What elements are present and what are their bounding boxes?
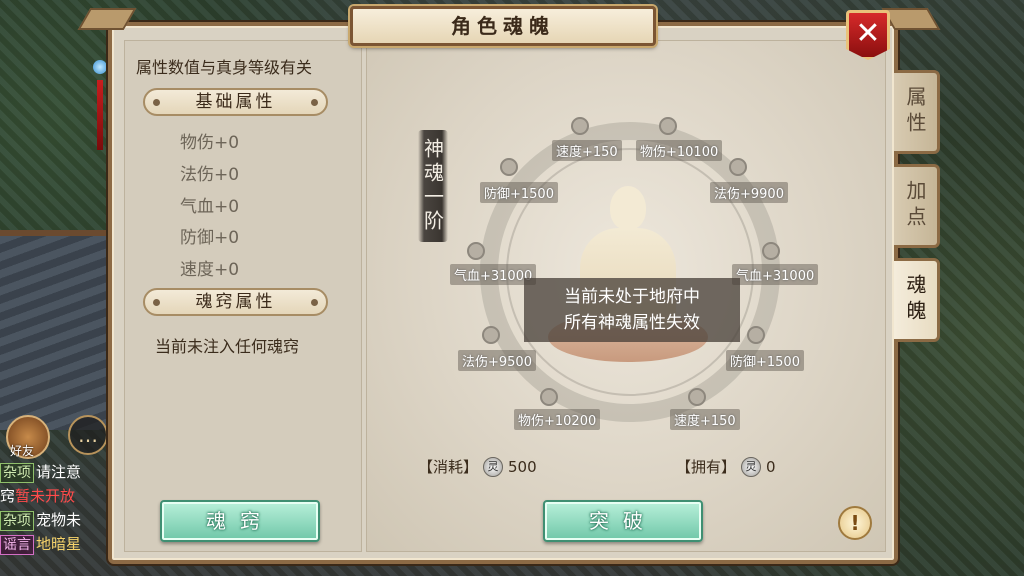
breakthrough-button[interactable]: 突破 [543, 500, 703, 542]
window-title: 角色魂魄 [350, 6, 656, 46]
tab-points[interactable]: 加点 [894, 164, 940, 248]
chat-line: 窍暂未开放 [0, 484, 120, 508]
chat-tag: 杂项 [0, 511, 34, 531]
soul-currency-icon: 灵 [483, 456, 504, 477]
attr-magic: 法伤+0 [180, 165, 240, 185]
chat-line: 杂项 宠物未 [0, 508, 120, 532]
chat-text: 窍 [0, 487, 16, 505]
base-attributes-header: 基础属性 [143, 88, 328, 116]
ring-node[interactable] [482, 326, 500, 344]
stat-speed-top: 速度+150 [552, 140, 622, 161]
stat-physical-top: 物伤+10100 [636, 140, 723, 161]
attribute-note: 属性数值与真身等级有关 [136, 58, 313, 77]
stat-magic-right: 法伤+9900 [710, 182, 788, 203]
chat-text: 请注意 [36, 463, 82, 481]
attr-speed: 速度+0 [180, 260, 240, 280]
inactive-notice: 当前未处于地府中 所有神魂属性失效 [524, 278, 740, 342]
ring-node[interactable] [540, 388, 558, 406]
chat-bubble-icon[interactable]: … [68, 415, 108, 455]
attr-hp: 气血+0 [180, 197, 240, 217]
info-warning-icon[interactable]: ! [838, 506, 872, 540]
ring-node[interactable] [747, 326, 765, 344]
ring-node[interactable] [762, 242, 780, 260]
close-icon: ✕ [855, 16, 881, 51]
soul-stage-label: 神魂一阶 [418, 130, 448, 242]
owned-value: 0 [766, 457, 776, 476]
cost-label: 【消耗】 [418, 458, 479, 476]
soul-acupoint-button[interactable]: 魂窍 [160, 500, 320, 542]
stat-defense-left: 防御+1500 [480, 182, 558, 203]
friend-label: 好友 [10, 444, 35, 458]
ring-node[interactable] [729, 158, 747, 176]
stat-defense-right: 防御+1500 [726, 350, 804, 371]
cost-display: 【消耗】 灵 500 [418, 456, 537, 477]
owned-display: 【拥有】 灵 0 [676, 456, 776, 477]
ring-node[interactable] [500, 158, 518, 176]
roof-scenery [0, 230, 120, 430]
cost-value: 500 [508, 457, 537, 476]
jade-ornament-icon [90, 40, 110, 150]
stat-magic-left: 法伤+9500 [458, 350, 536, 371]
attr-defense: 防御+0 [180, 228, 240, 248]
ring-node[interactable] [688, 388, 706, 406]
chat-log[interactable]: 杂项 请注意 窍暂未开放 杂项 宠物未 谣言 地暗星 [0, 460, 120, 576]
chat-tag: 杂项 [0, 463, 34, 483]
chat-text: 地暗星 [36, 535, 82, 553]
stat-speed-bottom: 速度+150 [670, 409, 740, 430]
ring-node[interactable] [571, 117, 589, 135]
soul-empty-text: 当前未注入任何魂窍 [155, 337, 300, 356]
tab-attributes[interactable]: 属性 [894, 70, 940, 154]
stat-physical-bottom: 物伤+10200 [514, 409, 601, 430]
owned-label: 【拥有】 [676, 458, 737, 476]
soul-attributes-header: 魂窍属性 [143, 288, 328, 316]
notice-line: 当前未处于地府中 [564, 287, 700, 307]
chat-text: 宠物未 [36, 511, 82, 529]
ring-node[interactable] [659, 117, 677, 135]
notice-line: 所有神魂属性失效 [564, 313, 700, 333]
ring-node[interactable] [467, 242, 485, 260]
chat-line: 谣言 地暗星 [0, 532, 120, 556]
stat-hp-right: 气血+31000 [732, 264, 819, 285]
chat-text-red: 暂未开放 [15, 487, 76, 505]
attr-physical: 物伤+0 [180, 133, 240, 153]
tab-soul[interactable]: 魂魄 [894, 258, 940, 342]
chat-line: 杂项 请注意 [0, 460, 120, 484]
chat-tag: 谣言 [0, 535, 34, 555]
soul-currency-icon: 灵 [741, 456, 762, 477]
